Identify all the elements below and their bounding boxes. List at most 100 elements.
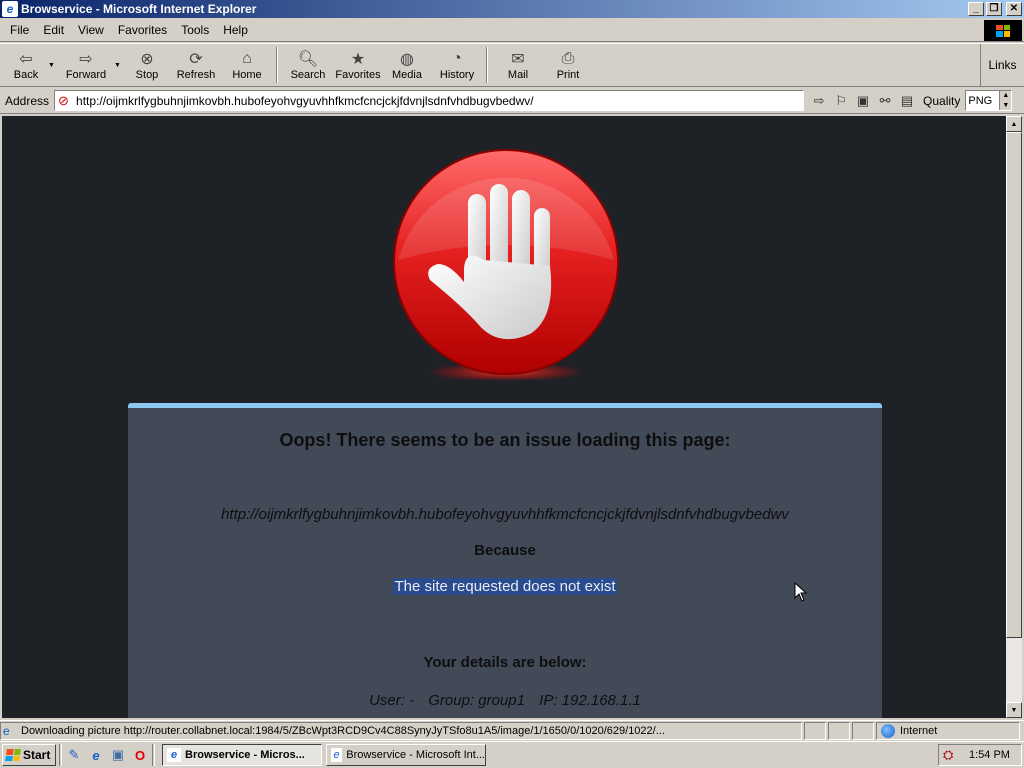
- menu-favorites[interactable]: Favorites: [111, 23, 174, 37]
- ie-icon: e: [331, 748, 343, 762]
- media-label: Media: [392, 69, 422, 81]
- outlook-express-icon[interactable]: ✎: [65, 746, 83, 764]
- clock[interactable]: 1:54 PM: [969, 749, 1010, 761]
- mouse-cursor-icon: [794, 582, 808, 602]
- home-button[interactable]: ⌂ Home: [222, 45, 272, 85]
- refresh-button[interactable]: ⟳ Refresh: [170, 45, 222, 85]
- search-label: Search: [290, 69, 326, 81]
- stop-label: Stop: [135, 69, 159, 81]
- search-button[interactable]: 🔍︎ Search: [282, 45, 334, 85]
- error-heading: Oops! There seems to be an issue loading…: [279, 430, 731, 450]
- requested-url: http://oijmkrlfygbuhnjimkovbh.hubofeyohv…: [221, 506, 789, 523]
- stop-hand-icon: [393, 149, 619, 380]
- restore-button[interactable]: ❐: [986, 2, 1002, 16]
- task-label: Browservice - Micros...: [185, 749, 305, 761]
- internet-explorer-icon[interactable]: e: [87, 746, 105, 764]
- favorites-button[interactable]: ★ Favorites: [334, 45, 382, 85]
- page-icon[interactable]: ▣: [853, 91, 873, 111]
- refresh-icon: ⟳: [189, 51, 203, 68]
- menu-tools[interactable]: Tools: [174, 23, 216, 37]
- start-button[interactable]: Start: [2, 744, 56, 766]
- ie-icon: e: [167, 748, 181, 762]
- address-input[interactable]: ⊘ http://oijmkrlfygbuhnjimkovbh.hubofeyo…: [54, 90, 805, 111]
- history-label: History: [439, 69, 475, 81]
- search-icon: 🔍︎: [297, 51, 319, 68]
- scroll-up-icon[interactable]: ▲: [1006, 116, 1022, 132]
- ie-icon: e: [2, 1, 18, 17]
- task-label: Browservice - Microsoft Int...: [346, 749, 485, 761]
- security-zone: Internet: [876, 721, 1020, 740]
- status-text-panel: e Downloading picture http://router.coll…: [0, 721, 802, 740]
- refresh-label: Refresh: [176, 69, 216, 81]
- media-icon: ◍: [400, 51, 414, 68]
- forward-button[interactable]: ⇨ Forward: [58, 45, 114, 85]
- menu-edit[interactable]: Edit: [36, 23, 71, 37]
- mail-label: Mail: [507, 69, 529, 81]
- history-button[interactable]: ◔ History: [432, 45, 482, 85]
- start-label: Start: [23, 748, 51, 762]
- back-button[interactable]: ⇦ Back: [4, 45, 48, 85]
- toolbar: ⇦ Back ▼ ⇨ Forward ▼ ⊗ Stop ⟳ Refresh ⌂ …: [0, 43, 1024, 87]
- status-cell-lock: [828, 721, 850, 740]
- home-icon: ⌂: [242, 50, 252, 67]
- find-binoculars-icon[interactable]: ⚯: [875, 91, 895, 111]
- history-icon: ◔: [452, 50, 462, 67]
- status-text: Downloading picture http://router.collab…: [21, 724, 665, 737]
- error-panel: Oops! There seems to be an issue loading…: [128, 403, 882, 718]
- page-loading-icon: e: [3, 723, 10, 738]
- window-title: Browservice - Microsoft Internet Explore…: [21, 2, 257, 16]
- stop-button[interactable]: ⊗ Stop: [124, 45, 170, 85]
- taskbar-separator: [152, 744, 155, 766]
- print-button[interactable]: ⎙ Print: [544, 45, 592, 85]
- scroll-down-icon[interactable]: ▼: [1006, 702, 1022, 718]
- quick-launch: ✎ e ▣ O: [65, 746, 149, 764]
- address-label: Address: [5, 93, 50, 108]
- taskbar-button-browservice-active[interactable]: e Browservice - Micros...: [162, 744, 322, 766]
- favorites-label: Favorites: [335, 69, 381, 81]
- ip-value: IP: 192.168.1.1: [539, 692, 641, 709]
- media-button[interactable]: ◍ Media: [382, 45, 432, 85]
- quality-value: PNG: [968, 94, 993, 107]
- minimize-button[interactable]: _: [968, 2, 984, 16]
- menu-view[interactable]: View: [71, 23, 111, 37]
- address-url: http://oijmkrlfygbuhnjimkovbh.hubofeyohv…: [76, 93, 534, 108]
- menu-bar: File Edit View Favorites Tools Help: [0, 19, 1024, 42]
- back-arrow-icon: ⇦: [19, 51, 33, 68]
- go-arrow-icon[interactable]: ⇨: [809, 91, 829, 111]
- back-label: Back: [13, 69, 39, 81]
- forward-dropdown-icon[interactable]: ▼: [114, 62, 124, 69]
- menu-file[interactable]: File: [0, 23, 36, 37]
- close-button[interactable]: ✕: [1006, 2, 1022, 16]
- quality-spinner[interactable]: ▲ ▼: [999, 91, 1012, 110]
- forward-label: Forward: [65, 69, 107, 81]
- favorites-icon: ★: [350, 51, 366, 68]
- clipboard-icon[interactable]: ▤: [897, 91, 917, 111]
- bookmark-icon[interactable]: ⚐: [831, 91, 851, 111]
- because-label: Because: [474, 542, 536, 559]
- globe-icon: [881, 723, 895, 738]
- vertical-scrollbar[interactable]: ▲ ▼: [1006, 116, 1022, 718]
- mail-button[interactable]: ✉ Mail: [492, 45, 544, 85]
- details-heading: Your details are below:: [423, 654, 587, 671]
- opera-icon[interactable]: O: [131, 746, 149, 764]
- menu-help[interactable]: Help: [216, 23, 255, 37]
- user-value: User: -: [369, 692, 415, 709]
- page-content: Oops! There seems to be an issue loading…: [2, 116, 1006, 718]
- printer-icon: ⎙: [561, 50, 575, 67]
- quality-label: Quality: [923, 93, 961, 108]
- taskbar-button-browservice[interactable]: e Browservice - Microsoft Int...: [326, 744, 486, 766]
- broken-page-icon: ⊘: [58, 92, 69, 108]
- links-button[interactable]: Links: [980, 44, 1024, 86]
- toolbar-separator: [276, 47, 278, 83]
- quality-select[interactable]: PNG ▲ ▼: [965, 90, 1013, 111]
- scroll-thumb[interactable]: [1006, 132, 1022, 638]
- mail-icon: ✉: [511, 51, 525, 68]
- taskbar: Start ✎ e ▣ O e Browservice - Micros... …: [0, 741, 1024, 768]
- print-label: Print: [556, 69, 580, 81]
- title-bar[interactable]: e Browservice - Microsoft Internet Explo…: [0, 0, 1024, 18]
- back-dropdown-icon[interactable]: ▼: [48, 62, 58, 69]
- error-reason: The site requested does not exist: [392, 578, 618, 595]
- scheduler-icon[interactable]: ⛭: [943, 747, 959, 763]
- show-desktop-icon[interactable]: ▣: [109, 746, 127, 764]
- home-label: Home: [232, 69, 262, 81]
